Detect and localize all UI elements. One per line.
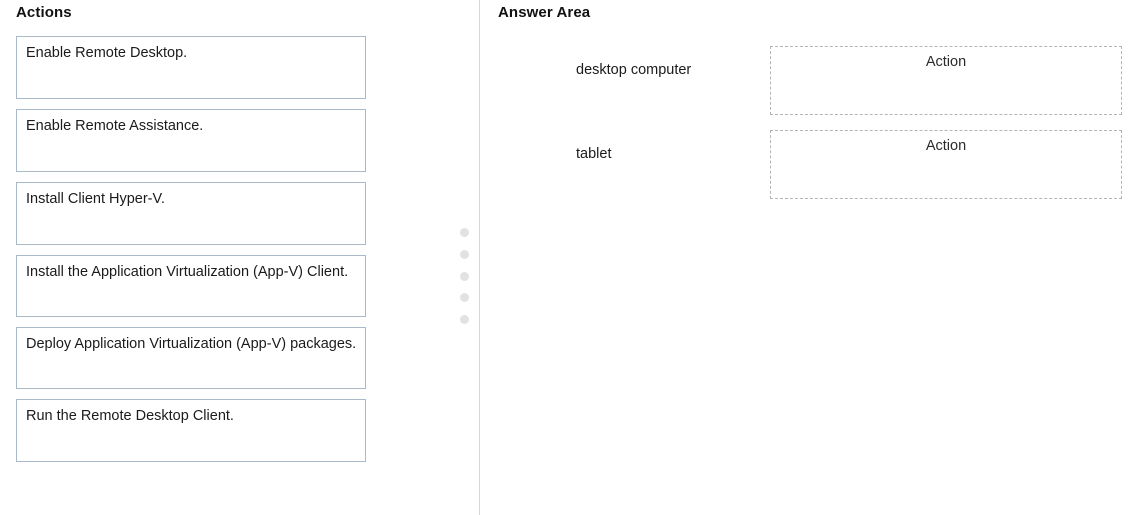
grip-dot-icon	[459, 271, 469, 281]
column-divider	[479, 0, 480, 515]
actions-column-heading: Actions	[16, 4, 72, 21]
answer-row-tablet: tablet Action	[498, 120, 1128, 204]
action-tile-deploy-app-v-packages[interactable]: Deploy Application Virtualization (App-V…	[16, 327, 366, 389]
action-tile-enable-remote-assistance[interactable]: Enable Remote Assistance.	[16, 109, 366, 172]
actions-list: Enable Remote Desktop. Enable Remote Ass…	[16, 36, 366, 472]
grip-dot-icon	[459, 315, 469, 324]
answer-row-label-desktop-computer: desktop computer	[576, 62, 692, 78]
action-tile-install-client-hyper-v[interactable]: Install Client Hyper-V.	[16, 182, 366, 245]
grip-dot-icon	[459, 293, 469, 303]
answer-row-desktop-computer: desktop computer Action	[498, 36, 1128, 120]
action-tile-enable-remote-desktop[interactable]: Enable Remote Desktop.	[16, 36, 366, 99]
answer-area-column-heading: Answer Area	[498, 4, 591, 21]
action-tile-install-app-v-client[interactable]: Install the Application Virtualization (…	[16, 255, 366, 317]
grip-dot-icon	[459, 249, 469, 259]
action-tile-run-remote-desktop-client[interactable]: Run the Remote Desktop Client.	[16, 399, 366, 462]
drop-target-desktop-computer[interactable]: Action	[770, 46, 1122, 115]
drop-target-tablet[interactable]: Action	[770, 130, 1122, 199]
answer-row-label-tablet: tablet	[576, 146, 612, 162]
drag-handle-dots[interactable]	[458, 228, 470, 324]
grip-dot-icon	[459, 228, 469, 237]
answer-area-list: desktop computer Action tablet Action	[498, 36, 1128, 204]
